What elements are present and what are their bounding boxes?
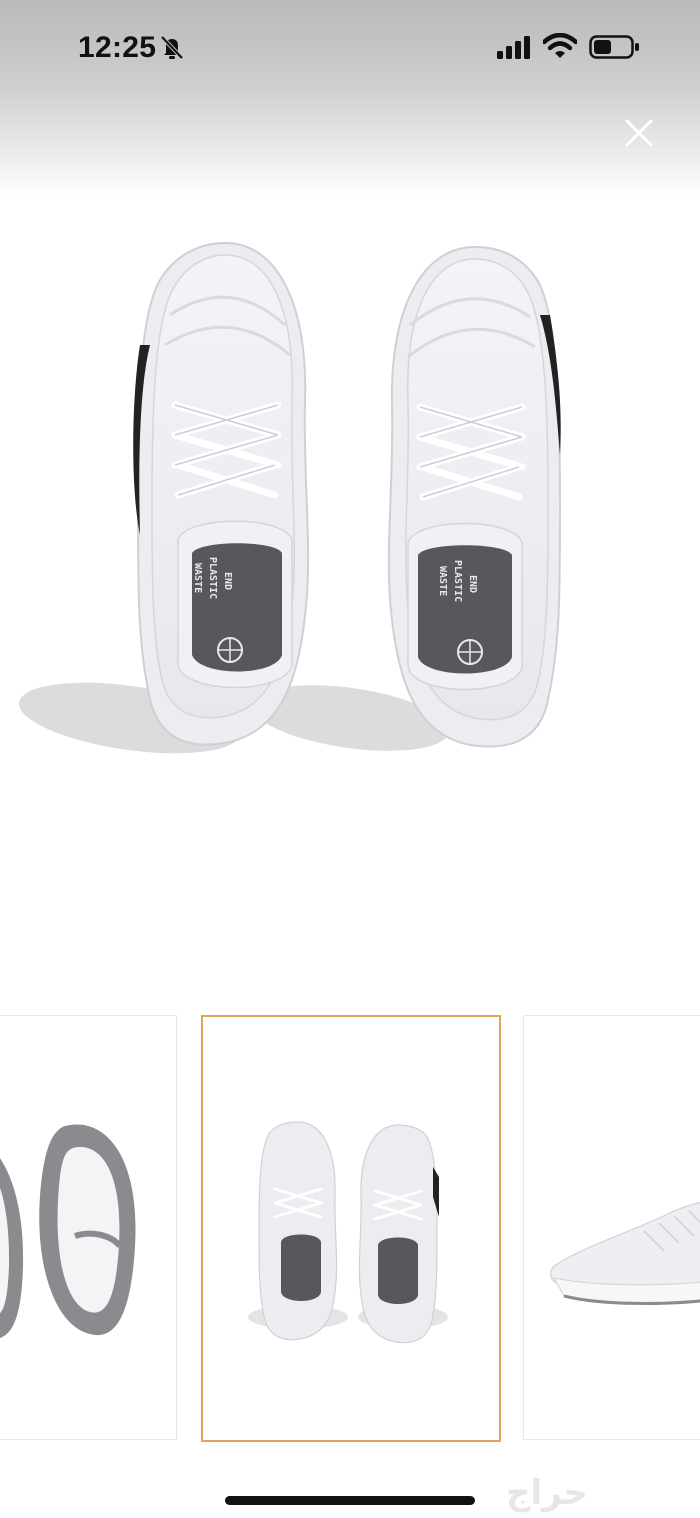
bell-muted-icon (160, 35, 184, 60)
home-indicator[interactable] (225, 1496, 475, 1505)
insole-text-right-1: END (467, 575, 478, 593)
insole-text-right-2: PLASTIC (452, 560, 463, 602)
status-time: 12:25 (78, 31, 157, 64)
wifi-icon (543, 33, 577, 58)
insole-text-left-1: END (222, 572, 233, 590)
haraj-watermark: حراج (506, 1473, 588, 1513)
thumbnail-strip (0, 1015, 700, 1442)
status-bar: 12:25 (0, 0, 700, 96)
insole-text-left-3: WASTE (192, 563, 203, 593)
left-shoe: END PLASTIC WASTE (133, 241, 310, 746)
close-button[interactable] (618, 112, 660, 154)
battery-icon (589, 35, 639, 59)
right-shoe: END PLASTIC WASTE (387, 245, 562, 748)
cellular-signal-icon (497, 36, 530, 59)
thumbnail-soles[interactable] (0, 1015, 177, 1440)
thumbnail-top-view-selected[interactable] (201, 1015, 501, 1442)
insole-text-left-2: PLASTIC (207, 557, 218, 599)
thumbnail-side-view[interactable] (523, 1015, 700, 1440)
insole-text-right-3: WASTE (437, 566, 448, 596)
product-main-image[interactable]: END PLASTIC WASTE END PLASTIC WASTE (0, 195, 700, 795)
